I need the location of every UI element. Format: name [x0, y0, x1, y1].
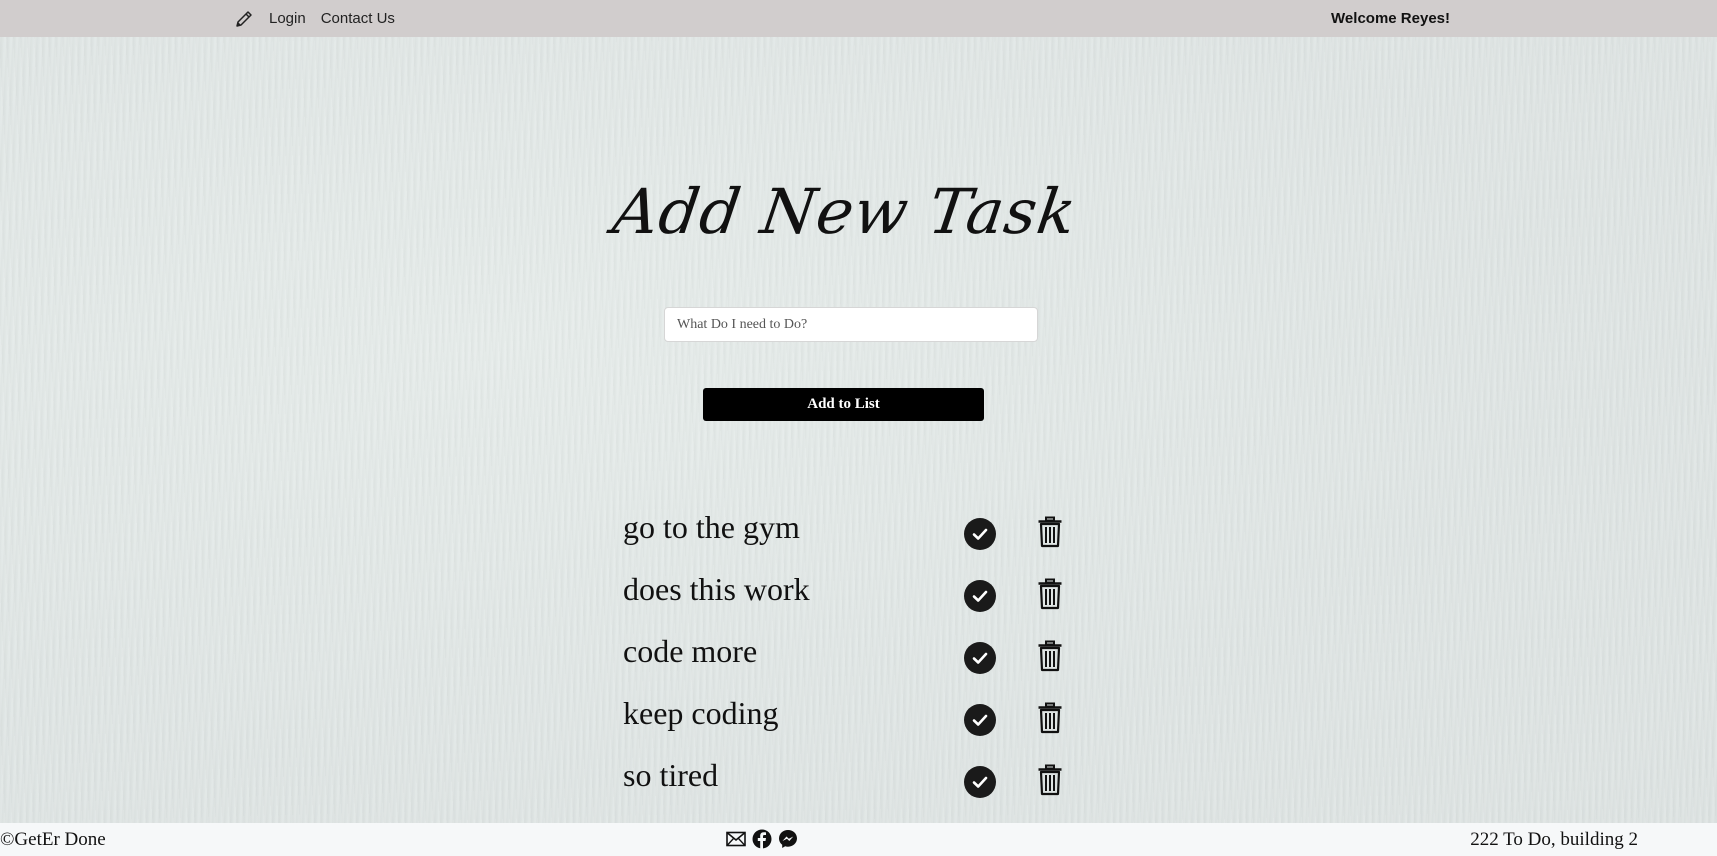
welcome-message: Welcome Reyes!	[1331, 10, 1450, 27]
task-text: so tired	[623, 757, 719, 793]
task-text: keep coding	[623, 695, 779, 731]
check-icon[interactable]	[964, 642, 996, 674]
messenger-icon[interactable]	[778, 829, 798, 849]
pencil-icon[interactable]	[233, 8, 255, 30]
task-text: code more	[623, 633, 758, 669]
trash-icon[interactable]	[1036, 701, 1064, 735]
trash-icon[interactable]	[1036, 639, 1064, 673]
footer-address: 222 To Do, building 2	[1470, 829, 1638, 850]
trash-icon[interactable]	[1036, 763, 1064, 797]
check-icon[interactable]	[964, 580, 996, 612]
task-list: go to the gym does this work code more k…	[623, 503, 1083, 813]
nav-left: Login Contact Us	[233, 0, 410, 37]
check-icon[interactable]	[964, 704, 996, 736]
trash-icon[interactable]	[1036, 515, 1064, 549]
task-text: go to the gym	[623, 509, 800, 545]
page-title: Add New Task	[608, 175, 1082, 248]
trash-icon[interactable]	[1036, 577, 1064, 611]
task-text: does this work	[623, 571, 810, 607]
task-input[interactable]	[664, 307, 1038, 342]
email-icon[interactable]	[726, 829, 746, 849]
footer-social-icons	[726, 829, 798, 849]
nav-contact-link[interactable]: Contact Us	[321, 10, 395, 27]
task-row: go to the gym	[623, 503, 1083, 565]
top-navbar: Login Contact Us Welcome Reyes!	[0, 0, 1717, 37]
footer-copyright: ©GetEr Done	[0, 829, 106, 850]
task-row: does this work	[623, 565, 1083, 627]
task-row: code more	[623, 627, 1083, 689]
check-icon[interactable]	[964, 766, 996, 798]
task-row: keep coding	[623, 689, 1083, 751]
task-row: so tired	[623, 751, 1083, 813]
facebook-icon[interactable]	[752, 829, 772, 849]
footer: ©GetEr Done 222 To Do, building 2	[0, 823, 1717, 856]
nav-login-link[interactable]: Login	[269, 10, 306, 27]
check-icon[interactable]	[964, 518, 996, 550]
add-to-list-button[interactable]: Add to List	[703, 388, 984, 421]
